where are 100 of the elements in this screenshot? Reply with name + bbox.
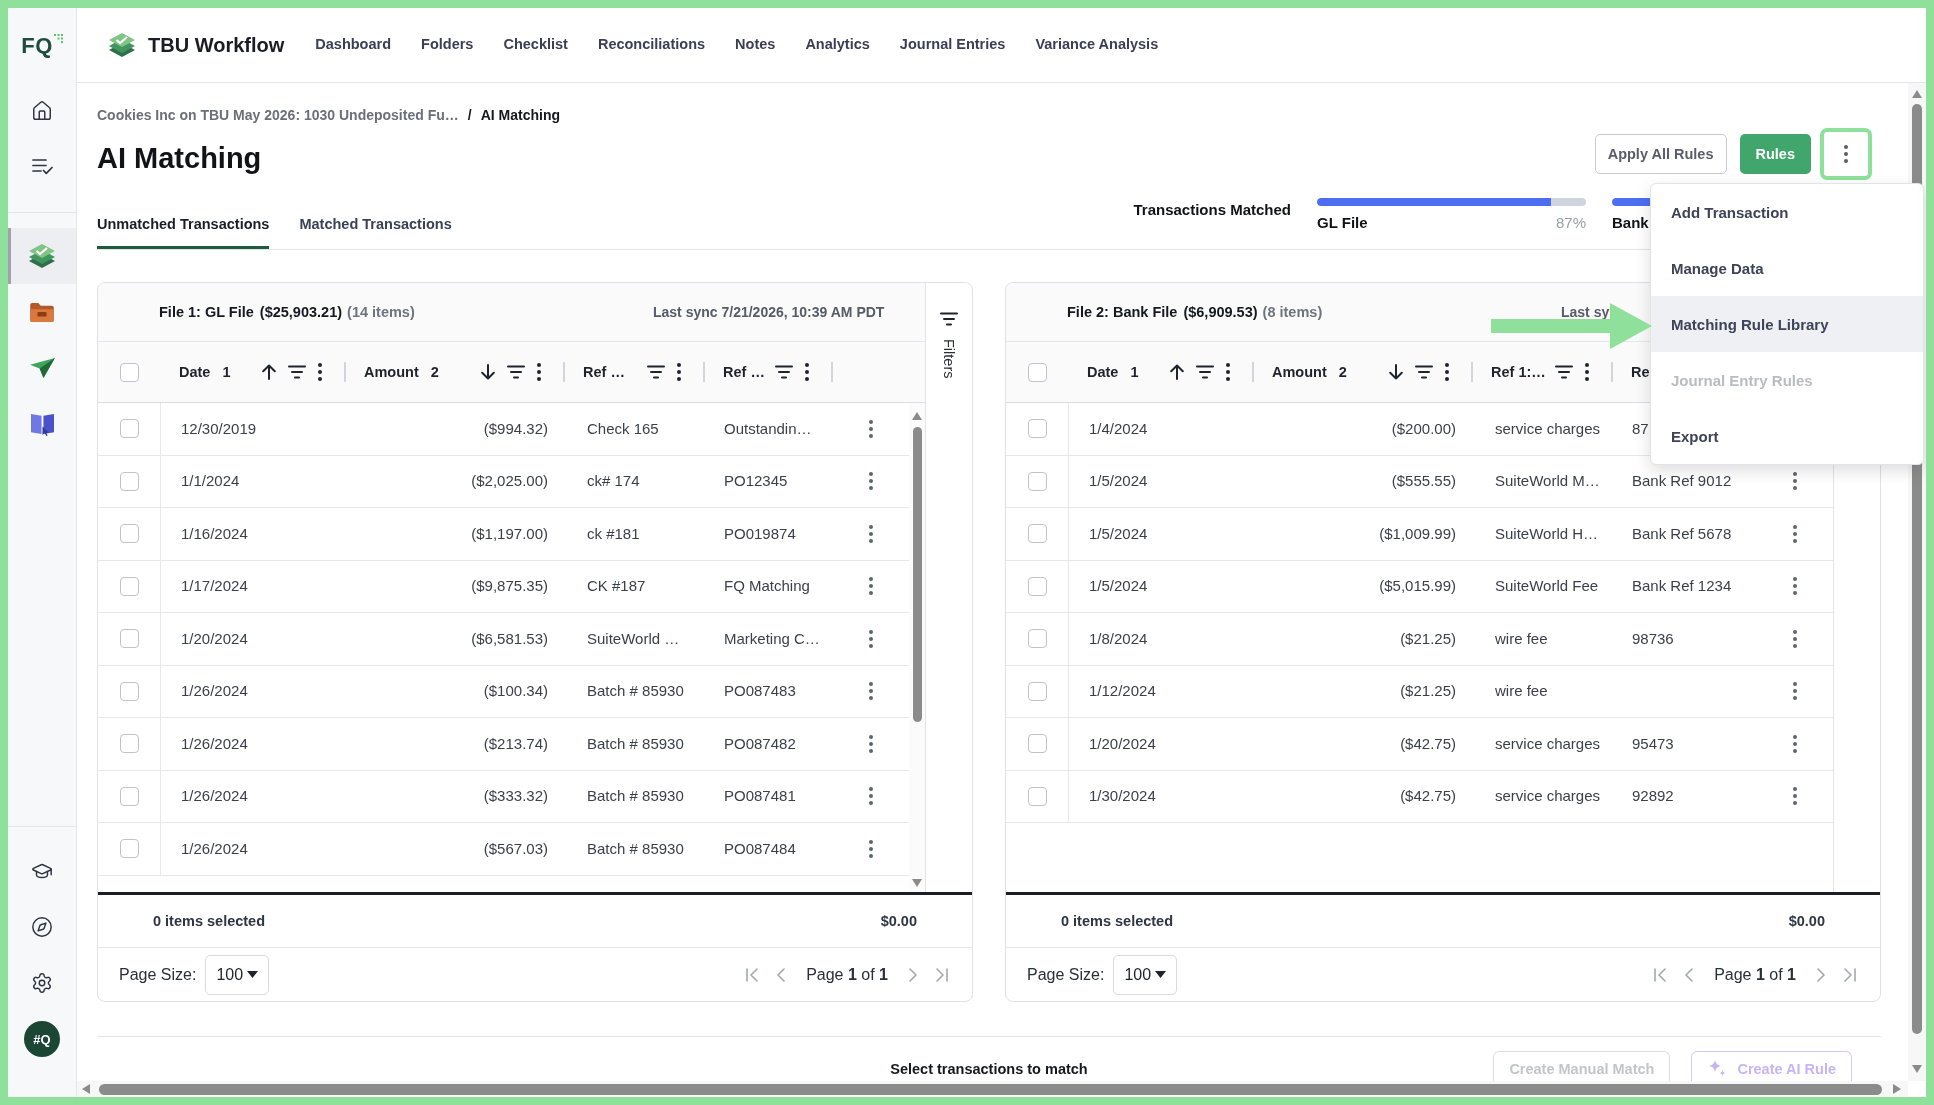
filter-icon[interactable] [1555,365,1573,379]
first-page-icon[interactable] [746,967,759,982]
table-cell: ($5,015.99) [1379,577,1456,596]
column-label: Amount [364,364,419,380]
row-checkbox[interactable] [119,471,139,491]
column-label: Amount [1272,364,1327,380]
breadcrumb-link[interactable]: Cookies Inc on TBU May 2026: 1030 Undeposited Fu… [97,107,459,123]
tab[interactable]: Matched Transactions [299,214,452,249]
chevron-right-icon[interactable] [909,967,917,982]
table-cell: ($994.32) [483,419,548,438]
row-checkbox[interactable] [1027,576,1047,596]
nav-link[interactable]: Folders [421,30,474,60]
table-cell: ($1,197.00) [471,524,548,543]
arrow-down-icon[interactable] [1389,364,1403,380]
row-checkbox[interactable] [1027,681,1047,701]
row-checkbox[interactable] [1027,524,1047,544]
filter-icon[interactable] [647,365,665,379]
table-cell: 1/5/2024 [1089,524,1148,543]
nav-link[interactable]: Reconciliations [597,30,706,60]
menu-item[interactable]: Export [1651,408,1923,464]
table-cell: ($21.25) [1400,629,1456,648]
row-checkbox[interactable] [119,419,139,439]
last-page-icon[interactable] [936,967,948,982]
filter-icon[interactable] [775,365,793,379]
arrow-up-icon[interactable] [262,364,276,380]
chevron-left-icon[interactable] [777,967,786,982]
table-cell: Bank Ref 9012 [1632,472,1732,491]
panel-title: File 1: GL File [159,304,254,320]
row-checkbox[interactable] [119,524,139,544]
table-cell: Batch # 85930 [587,682,684,701]
table-cell: 1/5/2024 [1089,577,1148,596]
table-cell: 1/8/2024 [1089,629,1148,648]
filter-icon[interactable] [507,365,525,379]
select-all-checkbox[interactable] [120,362,139,382]
sidebar-button[interactable] [8,228,76,284]
nav-link[interactable]: Checklist [503,30,568,60]
select-all-checkbox[interactable] [1028,362,1047,382]
chevron-left-icon[interactable] [1685,967,1694,982]
menu-item[interactable]: Manage Data [1651,240,1923,296]
kebab-icon[interactable] [537,363,541,381]
row-checkbox[interactable] [119,839,139,859]
table-cell: 1/26/2024 [181,682,248,701]
menu-item[interactable]: Add Transaction [1651,184,1923,240]
triangle-right-icon[interactable] [1893,1084,1901,1094]
tab[interactable]: Unmatched Transactions [97,214,270,249]
triangle-down-icon[interactable] [912,879,922,887]
nav-link[interactable]: Dashboard [315,30,392,60]
row-checkbox[interactable] [119,786,139,806]
kebab-icon[interactable] [318,363,322,381]
scrollbar-thumb[interactable] [99,1083,1882,1095]
filter-icon[interactable] [1415,365,1433,379]
row-checkbox[interactable] [1027,629,1047,649]
kebab-icon[interactable] [1445,363,1449,381]
arrow-up-icon[interactable] [1170,364,1184,380]
triangle-up-icon[interactable] [912,412,922,420]
panel-total: ($25,903.21) [259,304,343,320]
secondary-button[interactable]: Apply All Rules [1594,134,1727,174]
arrow-down-icon[interactable] [481,364,495,380]
nav-link[interactable]: Analytics [805,30,870,60]
filter-icon[interactable] [1196,365,1214,379]
triangle-up-icon[interactable] [1912,90,1922,98]
nav-link[interactable]: Notes [735,30,776,60]
page-size-select[interactable]: 100 [1113,954,1178,995]
table-cell: ($42.75) [1400,787,1456,806]
table-cell: Bank Ref 5678 [1632,524,1732,543]
kebab-icon[interactable] [1585,363,1589,381]
page-size-select[interactable]: 100 [205,954,270,995]
row-checkbox[interactable] [119,681,139,701]
triangle-down-icon[interactable] [1912,1065,1922,1073]
row-checkbox[interactable] [1027,734,1047,754]
row-checkbox[interactable] [119,576,139,596]
kebab-icon[interactable] [1226,363,1230,381]
layers-icon [108,32,136,58]
table-cell: 87 [1632,419,1649,438]
table-cell: SuiteWorld M… [1495,472,1600,491]
kebab-icon[interactable] [805,363,809,381]
nav-link[interactable]: Variance Analysis [1035,30,1159,60]
row-checkbox[interactable] [119,734,139,754]
triangle-left-icon[interactable] [82,1084,90,1094]
selection-count: 0 items selected [153,913,266,929]
row-checkbox[interactable] [1027,786,1047,806]
nav-link[interactable]: Journal Entries [899,30,1006,60]
table-cell: 1/26/2024 [181,734,248,753]
row-checkbox[interactable] [119,629,139,649]
chevron-right-icon[interactable] [1817,967,1825,982]
last-page-icon[interactable] [1844,967,1856,982]
scrollbar-thumb[interactable] [912,427,922,722]
first-page-icon[interactable] [1654,967,1667,982]
table-cell: 1/12/2024 [1089,682,1156,701]
filter-icon[interactable] [288,365,306,379]
table-cell: 98736 [1632,629,1674,648]
kebab-icon[interactable] [677,363,681,381]
row-checkbox[interactable] [1027,471,1047,491]
selection-total: $0.00 [880,913,917,929]
filters-button[interactable]: Filters [940,312,958,379]
menu-item[interactable]: Matching Rule Library [1651,296,1923,352]
account-avatar[interactable]: #Q [24,1021,60,1057]
kebab-icon[interactable] [1793,472,1797,491]
table-cell: Batch # 85930 [587,787,684,806]
row-checkbox[interactable] [1027,419,1047,439]
